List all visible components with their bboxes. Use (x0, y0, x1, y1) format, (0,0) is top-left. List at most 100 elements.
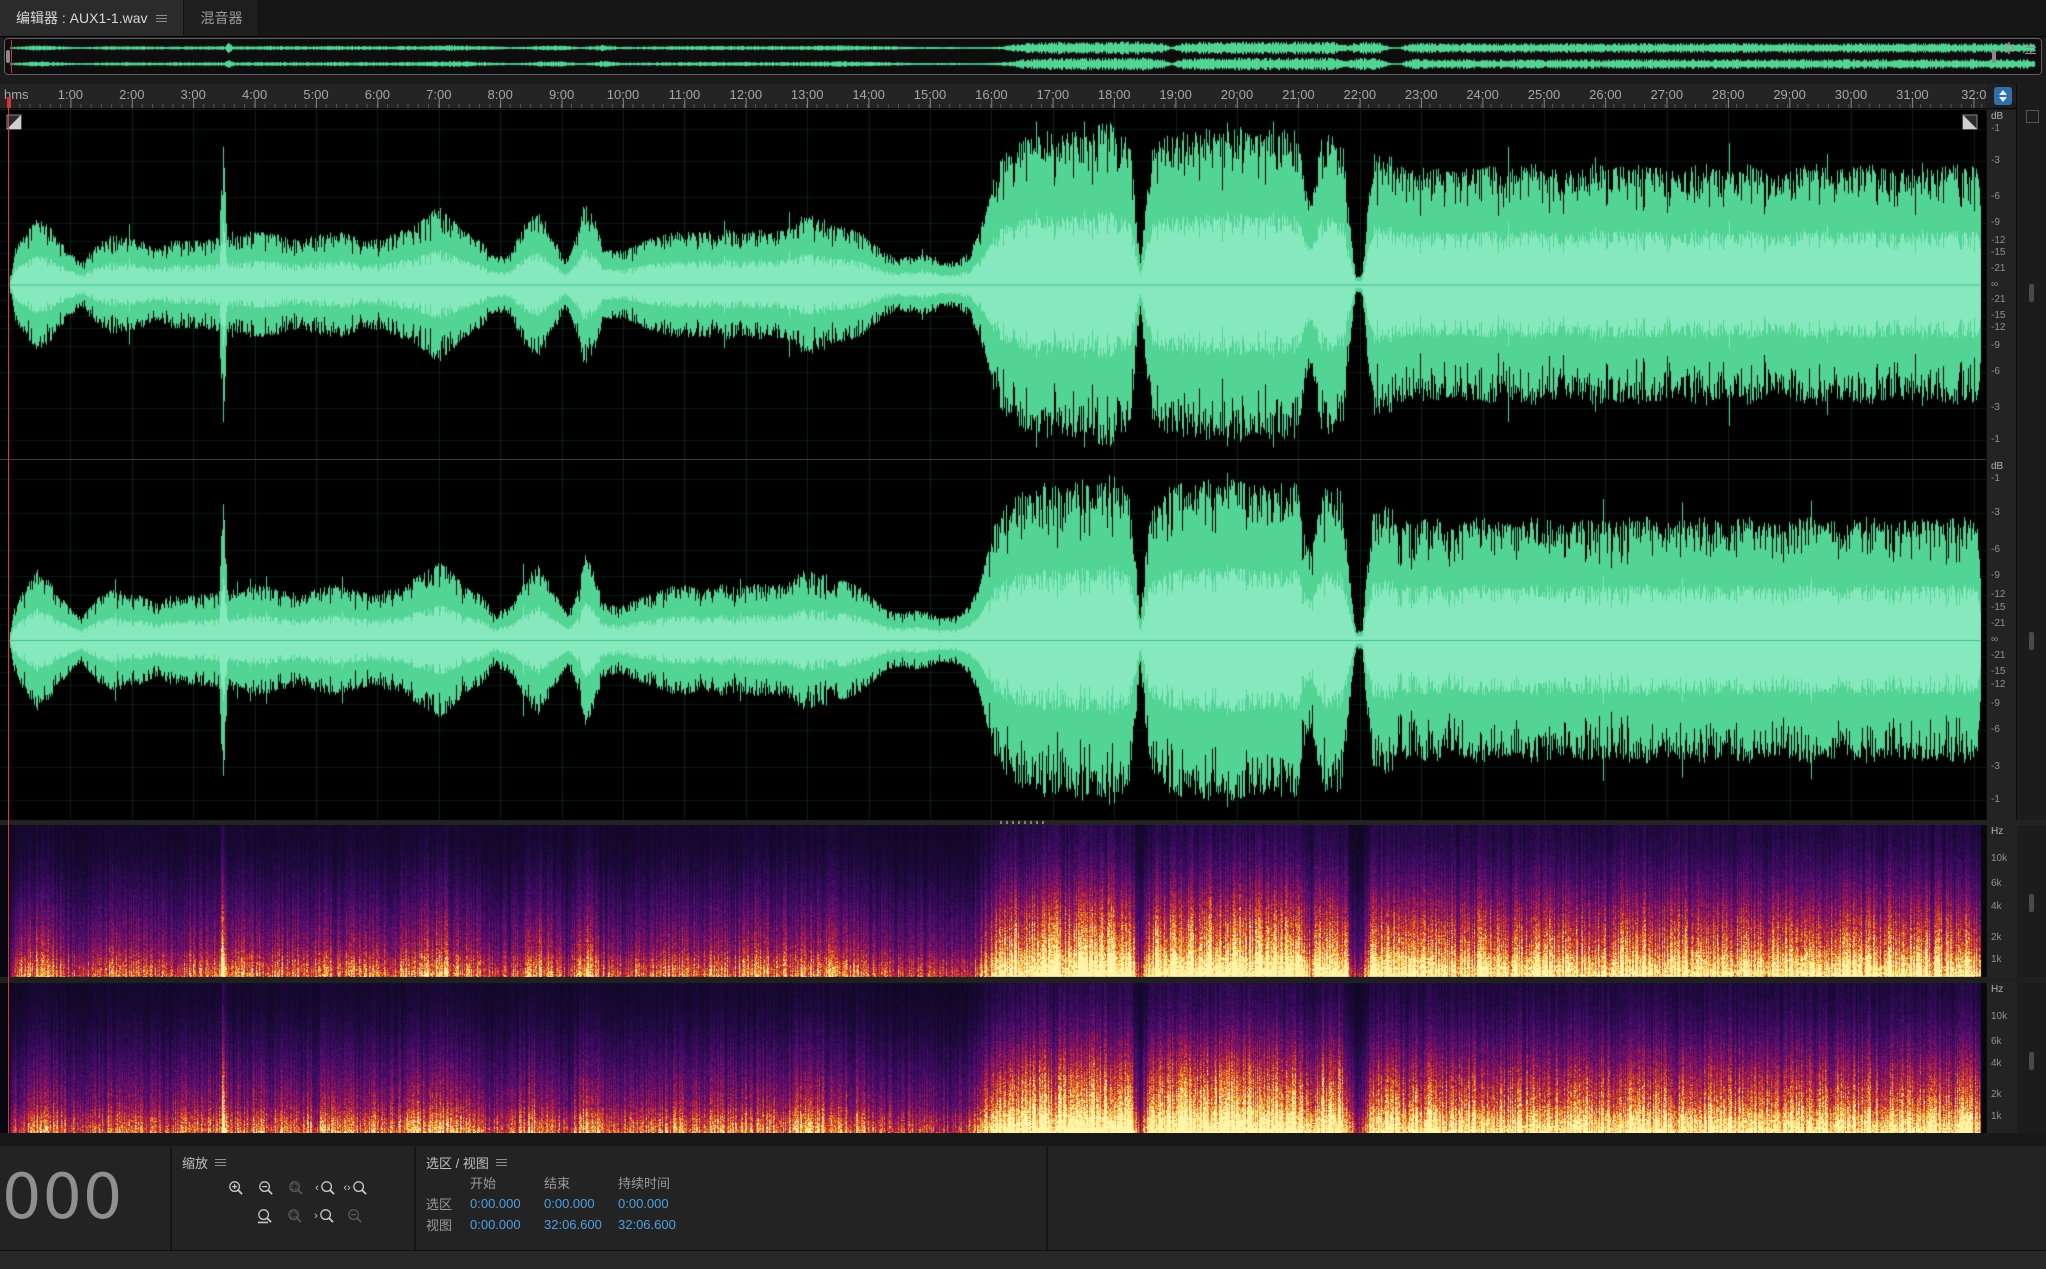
db-scale-channel-2: dB-1-3-6-9-12-15-21∞-21-15-12-9-6-3-1 (1987, 460, 2017, 820)
scale-tick-label: -15 (1991, 667, 2005, 677)
ruler-minute-label: 1:00 (58, 87, 83, 102)
hz-scale-channel-2: Hz10k6k4k2k1k (1987, 983, 2017, 1133)
ruler-minute-label: 8:00 (488, 87, 513, 102)
zoom-in-at-in-point-button[interactable]: ‹ (312, 1176, 339, 1200)
vertical-zoom-icon[interactable] (2026, 110, 2039, 123)
ruler-minute-label: 14:00 (852, 87, 885, 102)
navigator-options-icon[interactable] (2002, 41, 2016, 60)
scale-unit-label: dB (1991, 462, 2003, 472)
playhead-marker[interactable] (7, 97, 11, 108)
bottom-divider (0, 1133, 2046, 1146)
overview-left-handle[interactable] (6, 50, 10, 63)
scale-tick-label: -15 (1991, 311, 2005, 321)
ruler-minute-label: 15:00 (914, 87, 947, 102)
scale-tick-label: -15 (1991, 603, 2005, 613)
scale-tick-label: -9 (1991, 218, 2000, 228)
scale-unit-label: Hz (1991, 985, 2003, 995)
selection-view-panel: 选区 / 视图 开始 结束 持续时间 选区 0:00.000 0:00.000 … (416, 1146, 1046, 1250)
splitter-grip-icon[interactable] (1000, 821, 1046, 824)
scale-tick-label: -21 (1991, 619, 2005, 629)
selection-end-value[interactable]: 0:00.000 (544, 1196, 618, 1211)
ruler-minute-label: 21:00 (1282, 87, 1315, 102)
overview-playhead (11, 40, 12, 73)
scale-tick-label: -1 (1991, 435, 2000, 445)
panel-separator (1046, 1146, 1048, 1250)
scale-tick-label: 2k (1991, 1090, 2002, 1100)
bottom-panel-bar: 000 缩放 ‹‹› › 选区 / 视图 开始 结束 持续时间 选区 0:00.… (0, 1146, 2046, 1250)
navigator-grip-icon[interactable] (2025, 46, 2036, 55)
ruler-minute-label: 11:00 (669, 87, 701, 102)
ruler-minute-label: 30:00 (1835, 87, 1868, 102)
overview-canvas[interactable] (6, 40, 2040, 73)
selection-duration-value[interactable]: 0:00.000 (618, 1196, 714, 1211)
tab-editor[interactable]: 编辑器 : AUX1-1.wav (0, 0, 184, 36)
row-view-label: 视图 (426, 1215, 470, 1234)
scale-tick-label: -6 (1991, 192, 2000, 202)
col-end: 结束 (544, 1173, 618, 1192)
channel-scroll-marker[interactable] (2029, 1052, 2034, 1070)
vertical-zoom-options-icon[interactable] (1994, 87, 2012, 105)
zoom-to-in-out-points-button[interactable]: ‹› (342, 1176, 369, 1200)
db-scale-channel-1: dB-1-3-6-9-12-15-21∞-21-15-12-9-6-3-1 (1987, 110, 2017, 459)
zoom-in-vertical-button (281, 1204, 308, 1228)
scale-tick-label: -9 (1991, 571, 2000, 581)
scale-tick-label: -3 (1991, 156, 2000, 166)
scale-tick-label: -12 (1991, 680, 2005, 690)
playhead[interactable] (8, 108, 9, 1133)
col-duration: 持续时间 (618, 1173, 714, 1192)
ruler-minute-label: 5:00 (303, 87, 328, 102)
ruler-minute-label: 24:00 (1466, 87, 1499, 102)
overview-right-handle[interactable] (1992, 50, 1996, 63)
scale-tick-label: -12 (1991, 590, 2005, 600)
db-scale-gutter[interactable]: dB-1-3-6-9-12-15-21∞-21-15-12-9-6-3-1 dB… (1986, 110, 2017, 820)
ruler-minute-label: 32:0 (1961, 87, 1986, 102)
channel-scroll-marker[interactable] (2029, 894, 2034, 912)
vertical-scroll-column[interactable] (2016, 84, 2046, 1133)
fade-out-handle-icon[interactable] (1962, 114, 1978, 130)
zoom-in-at-out-point-button[interactable]: › (311, 1204, 338, 1228)
selection-start-value[interactable]: 0:00.000 (470, 1196, 544, 1211)
waveform-canvas[interactable] (0, 110, 1986, 820)
arrow-down-icon (1999, 97, 2007, 102)
zoom-panel-title: 缩放 (182, 1153, 208, 1172)
scale-tick-label: -3 (1991, 762, 2000, 772)
ruler-minute-label: 10:00 (607, 87, 640, 102)
scale-tick-label: 1k (1991, 955, 2002, 965)
scale-tick-label: -21 (1991, 295, 2005, 305)
zoom-out-full-button[interactable] (251, 1204, 278, 1228)
ruler-minute-label: 12:00 (730, 87, 763, 102)
scale-tick-label: -3 (1991, 403, 2000, 413)
panel-menu-icon[interactable] (156, 14, 167, 23)
scale-tick-label: -12 (1991, 236, 2005, 246)
selection-panel-menu-icon[interactable] (496, 1158, 507, 1167)
waveform-editor[interactable] (0, 110, 1986, 820)
ruler-minute-label: 2:00 (119, 87, 144, 102)
ruler-minute-label: 27:00 (1651, 87, 1684, 102)
zoom-out-horizontal-button[interactable] (252, 1176, 279, 1200)
timeline-ruler[interactable]: hms 1:002:003:004:005:006:007:008:009:00… (0, 84, 1986, 109)
tab-mixer[interactable]: 混音器 (184, 0, 259, 36)
selection-panel-title: 选区 / 视图 (426, 1153, 489, 1172)
scale-tick-label: -1 (1991, 795, 2000, 805)
overview-navigator[interactable] (4, 38, 2042, 75)
channel-scroll-marker[interactable] (2029, 632, 2034, 650)
scale-tick-label: 1k (1991, 1112, 2002, 1122)
view-duration-value[interactable]: 32:06.600 (618, 1217, 714, 1232)
zoom-in-horizontal-button[interactable] (222, 1176, 249, 1200)
view-start-value[interactable]: 0:00.000 (470, 1217, 544, 1232)
zoom-panel: 缩放 ‹‹› › (172, 1146, 414, 1250)
ruler-minute-label: 28:00 (1712, 87, 1745, 102)
channel-scroll-marker[interactable] (2029, 284, 2034, 302)
scale-tick-label: 2k (1991, 933, 2002, 943)
row-selection-label: 选区 (426, 1194, 470, 1213)
ruler-minute-label: 20:00 (1221, 87, 1254, 102)
scale-tick-label: ∞ (1991, 280, 1998, 290)
view-end-value[interactable]: 32:06.600 (544, 1217, 618, 1232)
zoom-panel-menu-icon[interactable] (215, 1158, 226, 1167)
tab-editor-label: 编辑器 : AUX1-1.wav (16, 8, 147, 28)
scale-tick-label: -21 (1991, 264, 2005, 274)
tab-mixer-label: 混音器 (200, 8, 242, 28)
ruler-minute-label: 26:00 (1589, 87, 1622, 102)
scale-tick-label: -9 (1991, 341, 2000, 351)
ruler-minute-label: 19:00 (1159, 87, 1192, 102)
